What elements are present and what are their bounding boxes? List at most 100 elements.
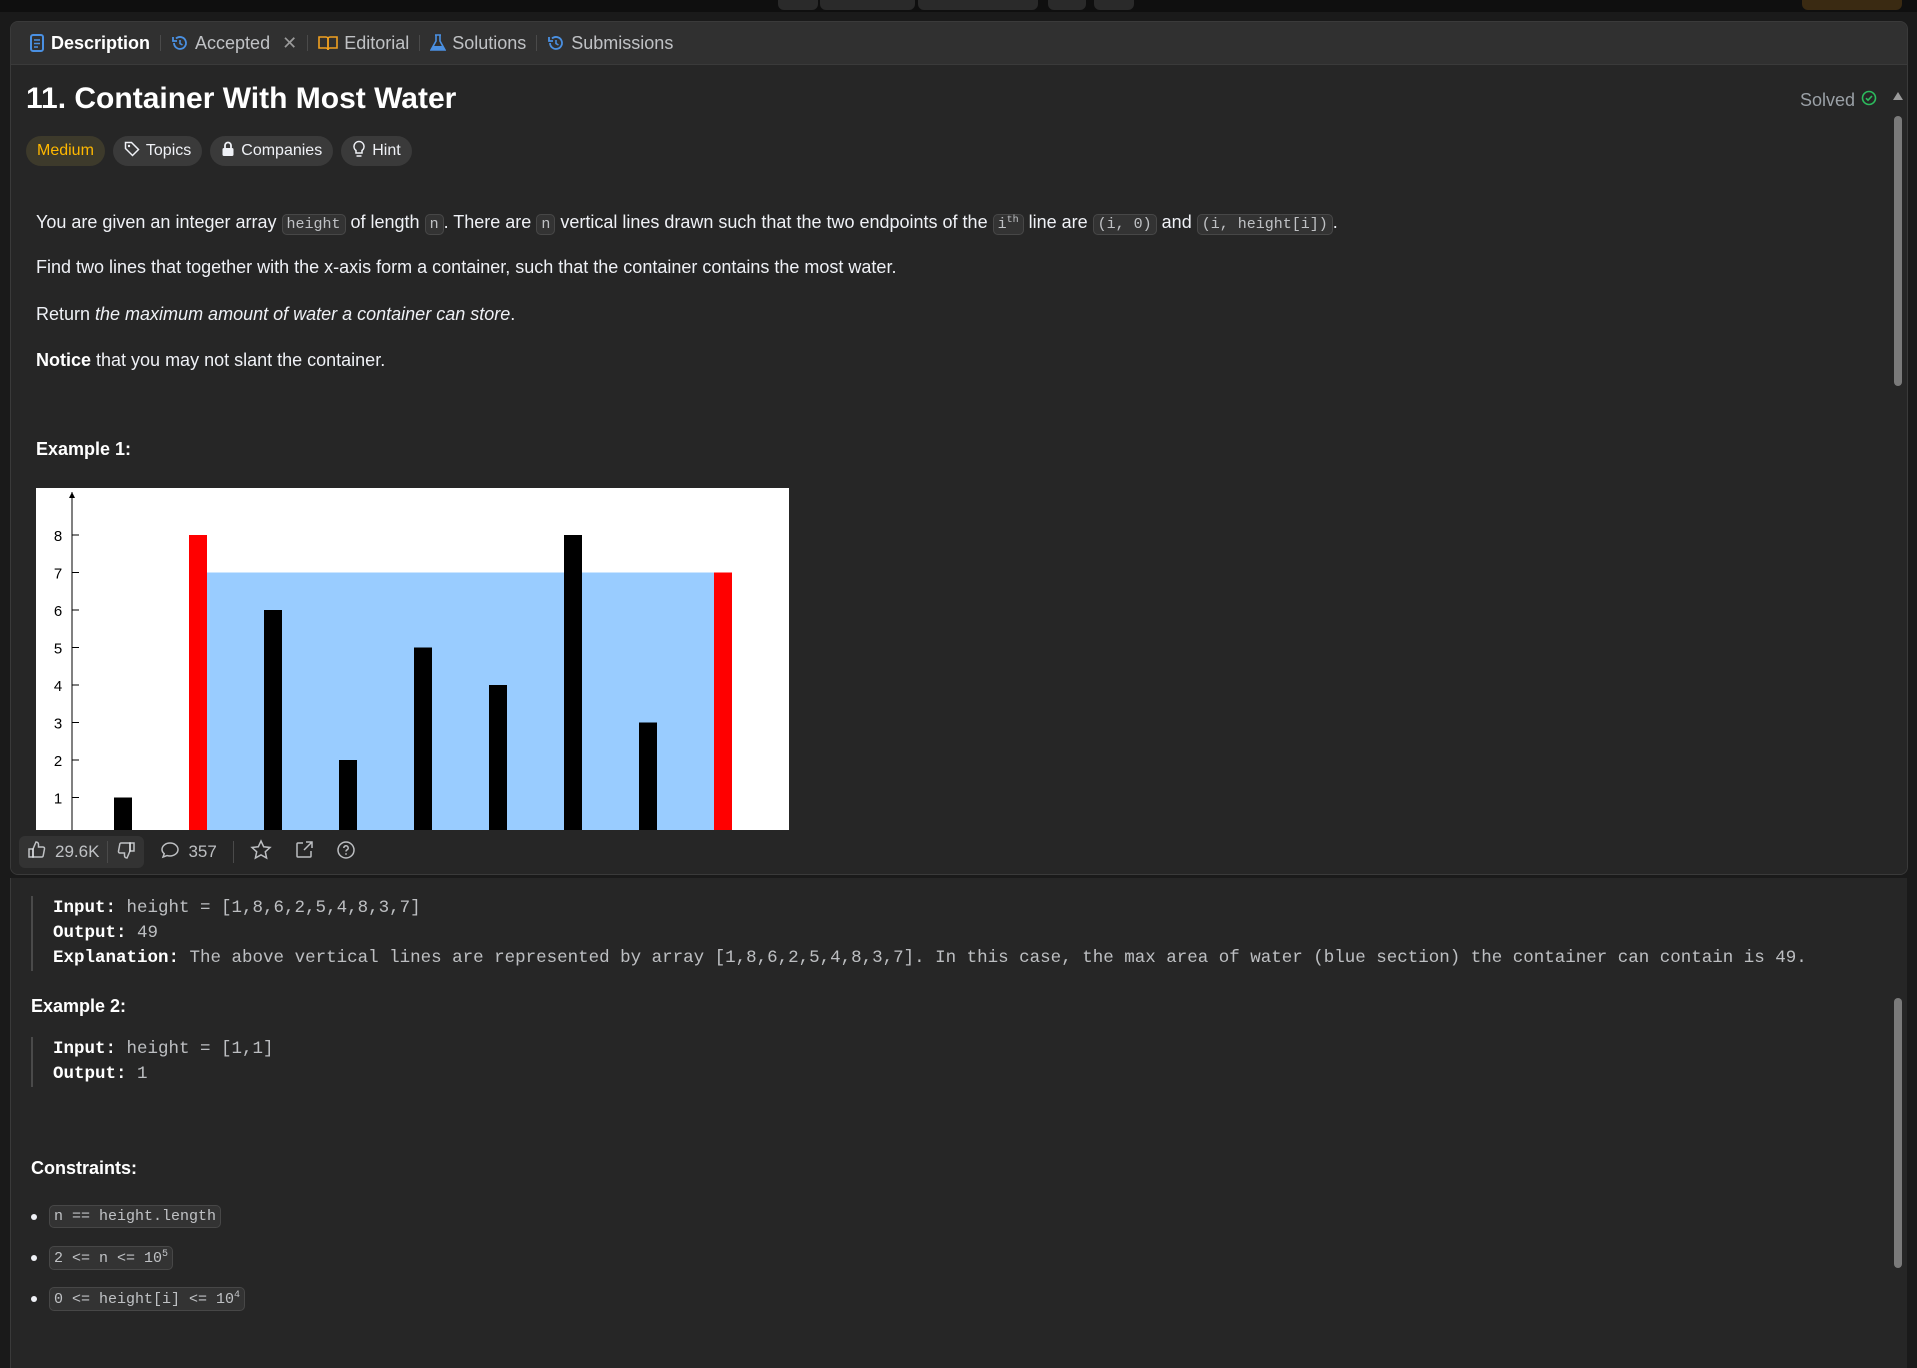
description-paragraph-1: You are given an integer array height of… bbox=[36, 208, 1338, 238]
tab-description[interactable]: Description bbox=[23, 33, 156, 54]
constraints-list: n == height.length 2 <= n <= 105 0 <= he… bbox=[31, 1196, 246, 1319]
tab-divider bbox=[307, 35, 309, 51]
inline-code: n bbox=[536, 214, 556, 235]
inline-code: (i, 0) bbox=[1092, 214, 1157, 235]
tab-label: Description bbox=[51, 32, 151, 53]
thumbs-down-icon[interactable] bbox=[116, 840, 136, 865]
tab-editorial[interactable]: Editorial bbox=[312, 33, 415, 54]
topics-label: Topics bbox=[145, 142, 192, 159]
check-circle-icon bbox=[1861, 90, 1877, 111]
star-icon bbox=[250, 838, 272, 866]
scrollbar[interactable] bbox=[1893, 92, 1903, 872]
scrollbar-thumb[interactable] bbox=[1894, 998, 1902, 1268]
bullet bbox=[31, 1295, 37, 1302]
tab-divider bbox=[419, 35, 421, 51]
y-tick-label: 1 bbox=[54, 791, 62, 808]
document-icon bbox=[29, 34, 45, 52]
output-value: 49 bbox=[137, 923, 159, 943]
example-chart: 012345678 bbox=[36, 488, 789, 846]
text: . There are bbox=[443, 212, 537, 232]
nav-control[interactable] bbox=[778, 0, 818, 10]
difficulty-badge[interactable]: Medium bbox=[26, 136, 105, 166]
solved-label: Solved bbox=[1799, 90, 1855, 110]
constraint-code: 2 <= n <= 105 bbox=[49, 1245, 174, 1270]
tab-label: Accepted bbox=[195, 32, 271, 53]
constraint-code: 0 <= height[i] <= 104 bbox=[49, 1286, 246, 1311]
input-label: Input: bbox=[53, 898, 117, 918]
vote-group: 29.6K bbox=[19, 836, 145, 868]
share-button[interactable] bbox=[288, 840, 320, 865]
tag-icon bbox=[124, 141, 140, 162]
examples-panel: Input: height = [1,8,6,2,5,4,8,3,7] Outp… bbox=[10, 878, 1907, 1368]
bullet bbox=[31, 1254, 37, 1261]
tab-accepted[interactable]: Accepted ✕ bbox=[165, 33, 303, 54]
inline-code: n bbox=[424, 214, 444, 235]
superscript: th bbox=[1006, 215, 1019, 226]
comments-count: 357 bbox=[188, 842, 217, 861]
companies-chip[interactable]: Companies bbox=[210, 136, 334, 166]
y-axis-arrow bbox=[69, 492, 75, 498]
favorite-button[interactable] bbox=[244, 838, 278, 866]
bar bbox=[339, 760, 357, 835]
constraints-heading: Constraints: bbox=[31, 1158, 138, 1178]
output-label: Output: bbox=[53, 923, 127, 943]
nav-control[interactable] bbox=[1094, 0, 1134, 10]
nav-control[interactable] bbox=[820, 0, 915, 10]
superscript: 4 bbox=[234, 1289, 241, 1301]
companies-label: Companies bbox=[241, 142, 323, 159]
nav-control[interactable] bbox=[1048, 0, 1086, 10]
description-panel: Description Accepted ✕ Editorial Solutio… bbox=[10, 21, 1908, 875]
example-1-heading: Example 1: bbox=[36, 439, 132, 459]
y-tick-label: 6 bbox=[54, 603, 62, 620]
nav-control[interactable] bbox=[918, 0, 1038, 10]
thumbs-up-icon[interactable] bbox=[27, 840, 47, 865]
text: . bbox=[510, 304, 516, 324]
lock-icon bbox=[221, 141, 235, 162]
text: . bbox=[1332, 212, 1338, 232]
comments-button[interactable]: 357 bbox=[154, 840, 222, 865]
hint-chip[interactable]: Hint bbox=[341, 136, 412, 166]
code-base: 0 <= height[i] <= 10 bbox=[54, 1290, 235, 1308]
explanation-value: The above vertical lines are represented… bbox=[189, 948, 1807, 968]
y-tick-label: 4 bbox=[54, 678, 62, 695]
bold-text: Notice bbox=[36, 350, 92, 370]
flask-icon bbox=[430, 34, 447, 52]
tag-chips: Medium Topics Companies Hint bbox=[26, 136, 1867, 166]
highlighted-bar bbox=[714, 572, 732, 835]
list-item: n == height.length bbox=[31, 1196, 245, 1237]
bar bbox=[489, 685, 507, 835]
likes-count: 29.6K bbox=[55, 842, 100, 861]
output-label: Output: bbox=[53, 1064, 127, 1084]
premium-button[interactable] bbox=[1802, 0, 1902, 10]
y-tick-label: 8 bbox=[54, 528, 62, 545]
book-icon bbox=[318, 35, 338, 51]
code-base: 2 <= n <= 10 bbox=[54, 1249, 163, 1267]
y-tick-label: 2 bbox=[54, 753, 62, 770]
question-circle-icon bbox=[336, 840, 356, 865]
description-paragraph-2: Find two lines that together with the x-… bbox=[36, 257, 897, 277]
scrollbar[interactable] bbox=[1893, 998, 1903, 1338]
help-button[interactable] bbox=[330, 840, 362, 865]
tab-submissions[interactable]: Submissions bbox=[541, 33, 679, 54]
tab-solutions[interactable]: Solutions bbox=[424, 33, 532, 54]
example-2-heading: Example 2: bbox=[31, 996, 127, 1016]
text: Return bbox=[36, 304, 96, 324]
y-tick-label: 7 bbox=[54, 566, 62, 583]
description-paragraph-4: Notice that you may not slant the contai… bbox=[36, 347, 385, 373]
scroll-up-arrow[interactable] bbox=[1893, 92, 1903, 100]
solved-status: Solved bbox=[1800, 90, 1877, 111]
example-2-block: Input: height = [1,1] Output: 1 bbox=[31, 1037, 274, 1087]
chart-svg: 012345678 bbox=[54, 492, 784, 845]
close-icon[interactable]: ✕ bbox=[282, 33, 297, 54]
inline-code: height bbox=[281, 214, 346, 235]
topics-chip[interactable]: Topics bbox=[112, 136, 203, 166]
tab-label: Submissions bbox=[571, 32, 674, 53]
input-value: height = [1,8,6,2,5,4,8,3,7] bbox=[126, 898, 421, 918]
bar bbox=[264, 610, 282, 835]
bullet bbox=[31, 1213, 37, 1220]
text: vertical lines drawn such that the two e… bbox=[555, 212, 993, 232]
inline-code: ith bbox=[992, 214, 1024, 235]
history-icon bbox=[171, 34, 189, 52]
scrollbar-thumb[interactable] bbox=[1894, 116, 1902, 386]
divider bbox=[107, 841, 109, 863]
